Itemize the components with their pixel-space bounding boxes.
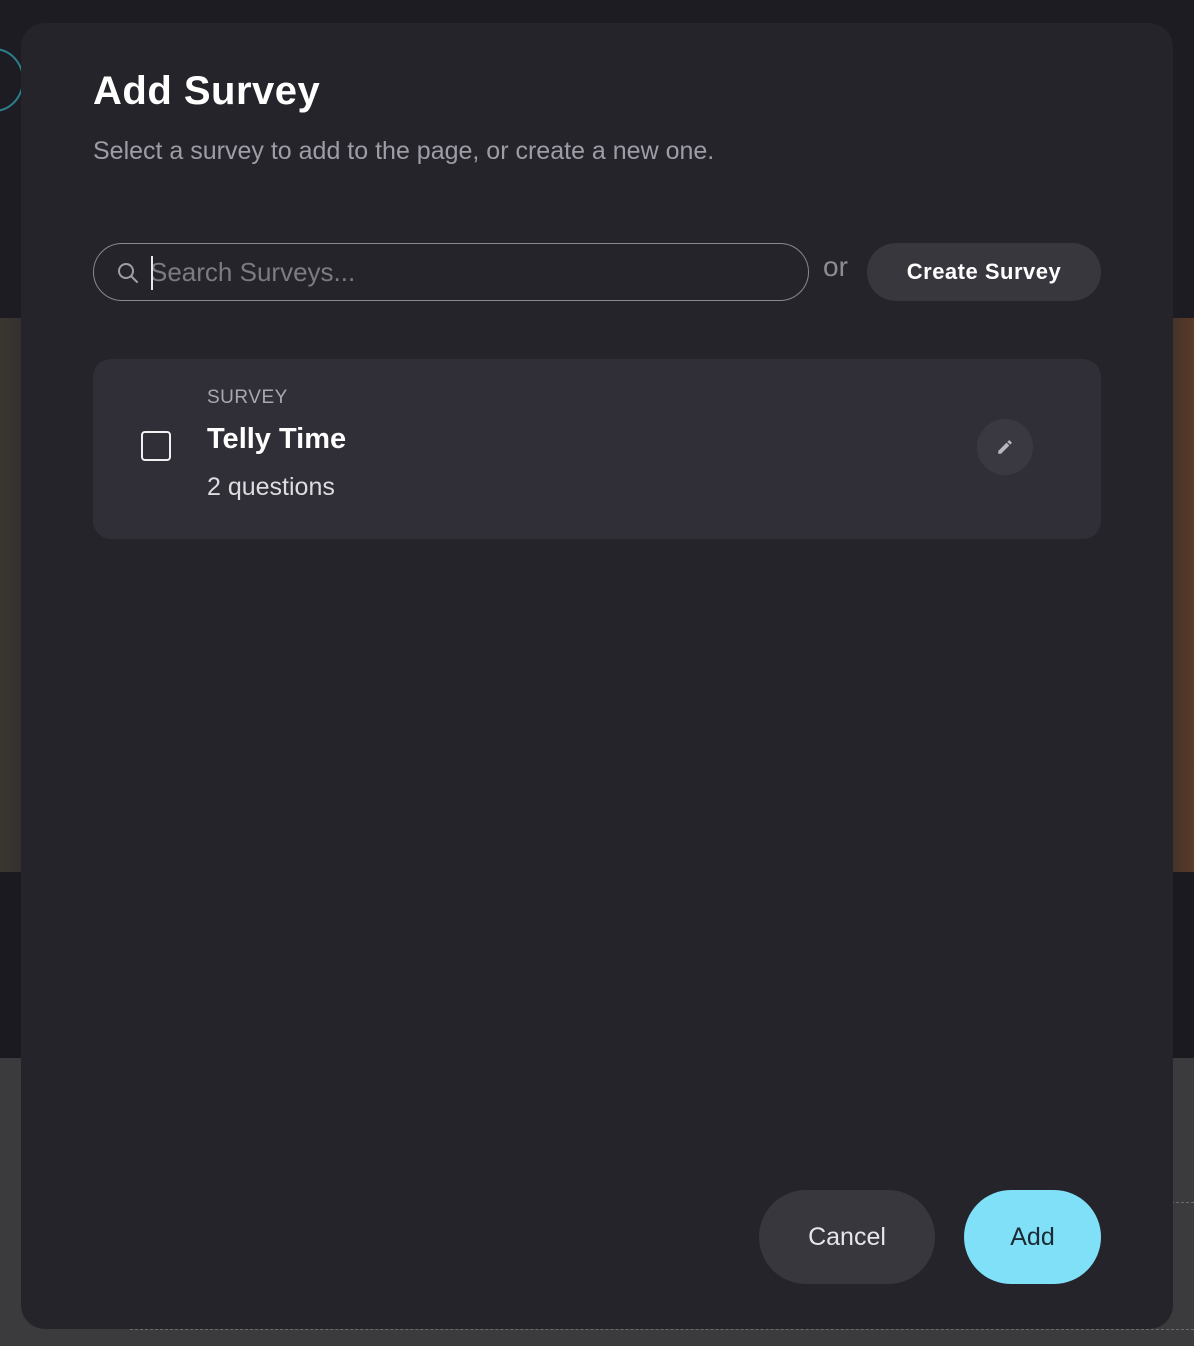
add-button[interactable]: Add (964, 1190, 1101, 1284)
survey-name: Telly Time (207, 423, 347, 455)
edit-survey-button[interactable] (977, 419, 1033, 475)
add-survey-modal: Add Survey Select a survey to add to the… (21, 23, 1173, 1329)
search-field[interactable] (93, 243, 809, 301)
or-separator: or (823, 251, 848, 282)
cancel-button[interactable]: Cancel (759, 1190, 935, 1284)
search-input[interactable] (150, 252, 790, 292)
modal-title: Add Survey (93, 69, 321, 113)
survey-select-checkbox[interactable] (141, 431, 171, 461)
text-caret (151, 256, 153, 290)
modal-subtitle: Select a survey to add to the page, or c… (93, 137, 715, 165)
create-survey-button[interactable]: Create Survey (867, 243, 1101, 301)
pencil-icon (998, 440, 1012, 454)
search-icon (118, 263, 138, 283)
survey-list-item[interactable]: SURVEY Telly Time 2 questions (93, 359, 1101, 539)
survey-type-label: SURVEY (207, 387, 288, 408)
survey-question-count: 2 questions (207, 473, 335, 501)
